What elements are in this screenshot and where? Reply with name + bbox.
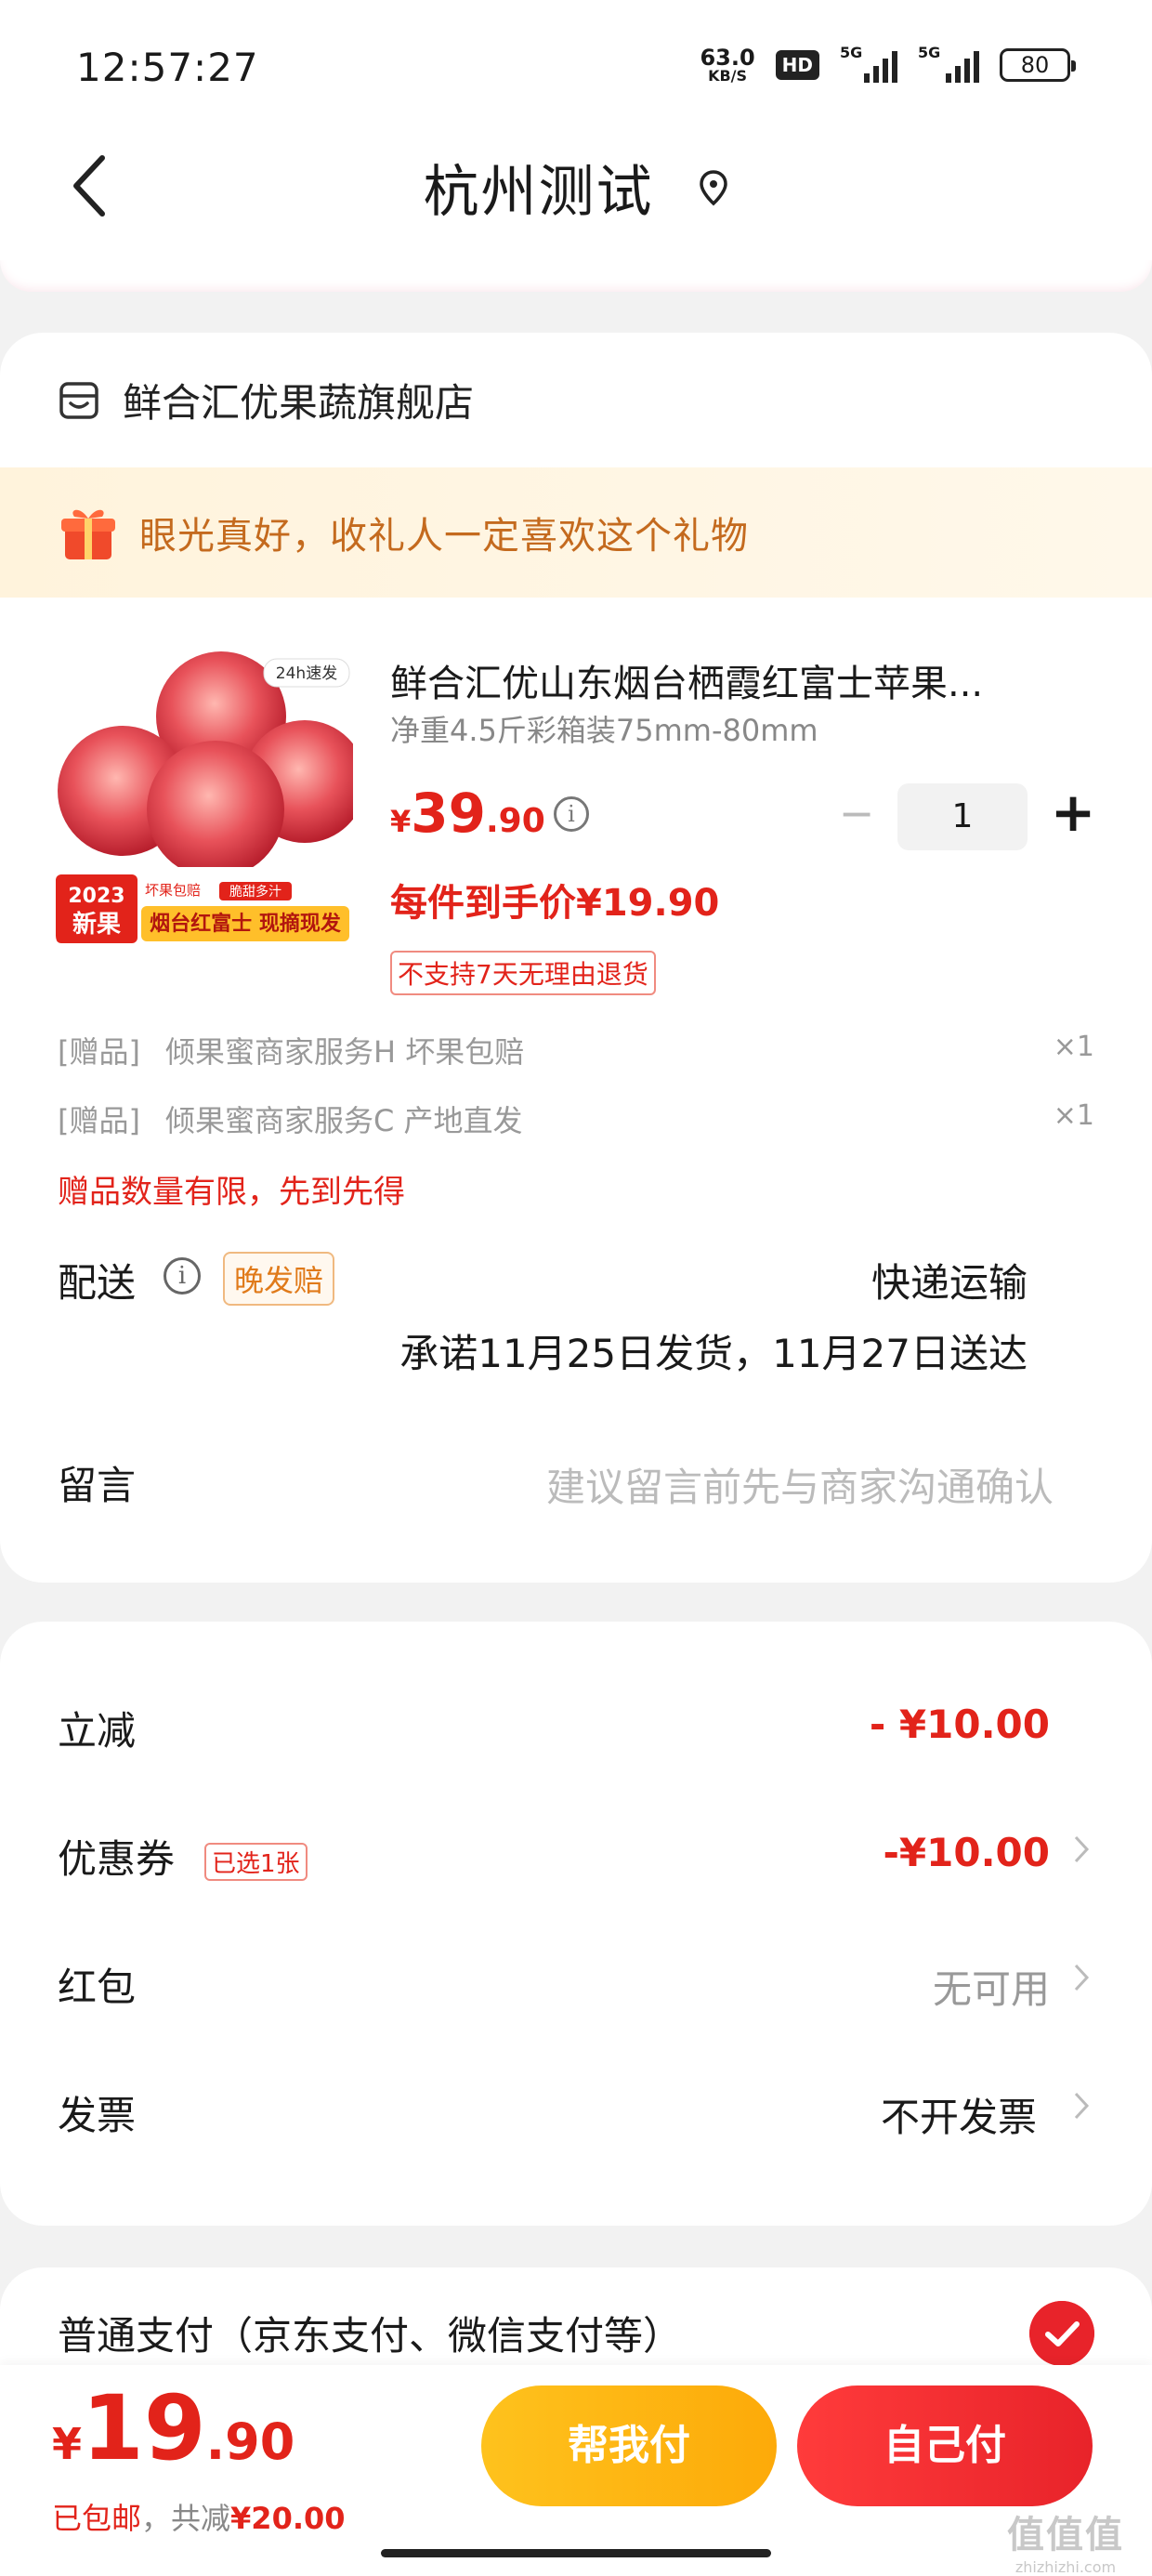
- chevron-right-icon: [1074, 2092, 1090, 2120]
- battery-icon: 80: [1000, 48, 1076, 82]
- signal-icon: 5G: [840, 44, 897, 83]
- delivery-row[interactable]: 配送 i 晚发赔 快递运输 承诺11月25日发货，11月27日送达: [0, 1233, 1152, 1419]
- unit-final-price: 每件到手价¥19.90: [390, 882, 720, 925]
- coupon-selected-tag: 已选1张: [204, 1843, 308, 1881]
- product-title[interactable]: 鲜合汇优山东烟台栖霞红富士苹果...: [390, 653, 1078, 707]
- product-row: 24h速发 2023 新果 坏果包赔 脆甜多汁 烟台红富士 现摘现发 鲜合汇优山…: [0, 598, 1152, 1006]
- gift-item: [赠品] 倾果蜜商家服务H 坏果包赔 ×1: [58, 1031, 1094, 1070]
- checkout-bar: ¥19.90 已包邮，共减¥20.00 帮我付 自己付 值值值 zhizhizh…: [0, 2365, 1152, 2576]
- status-bar: 12:57:27 63.0 KB/S HD 5G 5G 80: [0, 0, 1152, 121]
- svg-text:24h速发: 24h速发: [276, 664, 337, 683]
- svg-text:脆甜多汁: 脆甜多汁: [229, 884, 281, 900]
- svg-text:烟台红富士 现摘现发: 烟台红富士 现摘现发: [150, 912, 342, 936]
- invoice-row[interactable]: 发票 不开发票: [0, 2044, 1152, 2172]
- product-price: ¥39.90: [390, 782, 545, 845]
- coupon-value: -¥10.00: [883, 1830, 1050, 1875]
- quantity-increase-button[interactable]: +: [1050, 782, 1096, 847]
- gift-box-icon: [61, 509, 115, 559]
- gift-limit-notice: 赠品数量有限，先到先得: [58, 1174, 405, 1211]
- product-image[interactable]: 24h速发 2023 新果 坏果包赔 脆甜多汁 烟台红富士 现摘现发: [56, 651, 353, 949]
- coupon-row[interactable]: 优惠券 已选1张 -¥10.00: [0, 1787, 1152, 1915]
- payment-option-normal[interactable]: 普通支付（京东支付、微信支付等）: [0, 2267, 1152, 2370]
- delivery-info-icon[interactable]: i: [164, 1257, 201, 1295]
- chevron-right-icon: [1074, 1835, 1090, 1863]
- red-packet-row[interactable]: 红包 无可用: [0, 1915, 1152, 2044]
- shop-icon: [59, 381, 98, 419]
- return-policy-tag: 不支持7天无理由退货: [390, 951, 656, 995]
- home-indicator[interactable]: [381, 2549, 771, 2557]
- order-item-card: 鲜合汇优果蔬旗舰店 眼光真好，收礼人一定喜欢这个礼物 24h速发 2023 新果…: [0, 333, 1152, 1583]
- gift-banner-text: 眼光真好，收礼人一定喜欢这个礼物: [139, 515, 749, 558]
- instant-discount-row: 立减 - ¥10.00: [58, 1702, 1050, 1754]
- status-time: 12:57:27: [76, 45, 259, 90]
- check-selected-icon[interactable]: [1029, 2301, 1094, 2366]
- note-input[interactable]: 建议留言前先与商家沟通确认: [546, 1456, 1054, 1513]
- savings-summary: 已包邮，共减¥20.00: [52, 2501, 346, 2536]
- location-pin-icon: [699, 169, 727, 205]
- help-me-pay-button[interactable]: 帮我付: [481, 2385, 777, 2506]
- status-icons: 63.0 KB/S HD 5G 5G 80: [700, 43, 1076, 87]
- gift-item: [赠品] 倾果蜜商家服务C 产地直发 ×1: [58, 1099, 1094, 1138]
- delivery-label: 配送: [58, 1260, 137, 1306]
- delivery-promise: 承诺11月25日发货，11月27日送达: [399, 1331, 1028, 1376]
- shop-name: 鲜合汇优果蔬旗舰店: [123, 380, 475, 426]
- address-card-edge: [0, 260, 1152, 292]
- late-compensation-tag: 晚发赔: [223, 1252, 335, 1306]
- signal-icon-2: 5G: [918, 44, 979, 83]
- red-packet-value: 无可用: [932, 1966, 1050, 2012]
- svg-text:坏果包赔: 坏果包赔: [145, 882, 201, 899]
- price-info-icon[interactable]: i: [554, 796, 589, 832]
- quantity-input[interactable]: 1: [897, 783, 1028, 850]
- pay-myself-button[interactable]: 自己付: [797, 2385, 1093, 2506]
- hd-icon: HD: [775, 50, 819, 80]
- svg-text:2023: 2023: [68, 885, 124, 908]
- discount-card: 立减 - ¥10.00 优惠券 已选1张 -¥10.00 红包 无可用 发票 不…: [0, 1622, 1152, 2226]
- quantity-decrease-button[interactable]: −: [836, 792, 877, 835]
- delivery-method: 快递运输: [871, 1260, 1028, 1306]
- shop-header[interactable]: 鲜合汇优果蔬旗舰店: [0, 333, 1152, 467]
- instant-discount-value: - ¥10.00: [869, 1702, 1050, 1747]
- apple-product-picture: 24h速发 2023 新果 坏果包赔 脆甜多汁 烟台红富士 现摘现发: [56, 651, 353, 949]
- network-speed: 63.0 KB/S: [700, 45, 755, 85]
- page-title[interactable]: 杭州测试: [0, 147, 1152, 228]
- note-row[interactable]: 留言 建议留言前先与商家沟通确认: [0, 1419, 1152, 1540]
- note-label: 留言: [58, 1463, 137, 1508]
- product-spec: 净重4.5斤彩箱装75mm-80mm: [390, 713, 818, 748]
- nav-bar: 杭州测试: [0, 121, 1152, 260]
- svg-text:新果: 新果: [72, 910, 121, 939]
- gift-banner: 眼光真好，收礼人一定喜欢这个礼物: [0, 467, 1152, 598]
- total-price: ¥19.90: [52, 2376, 295, 2480]
- watermark: 值值值 zhizhizhi.com: [1007, 2514, 1124, 2576]
- invoice-value: 不开发票: [880, 2095, 1037, 2140]
- chevron-right-icon: [1074, 1964, 1090, 1991]
